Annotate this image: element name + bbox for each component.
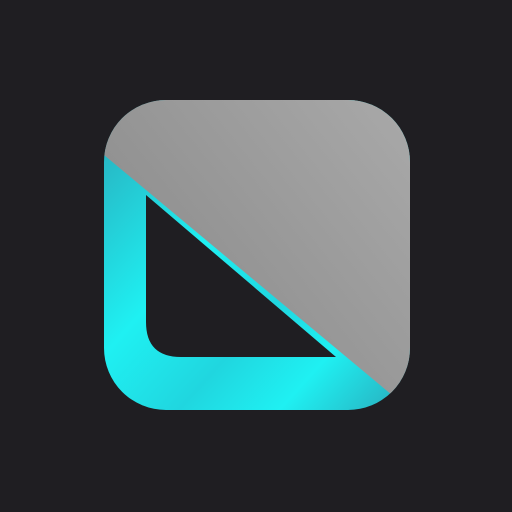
app-logo-icon (104, 100, 410, 410)
icon-canvas (0, 0, 512, 512)
